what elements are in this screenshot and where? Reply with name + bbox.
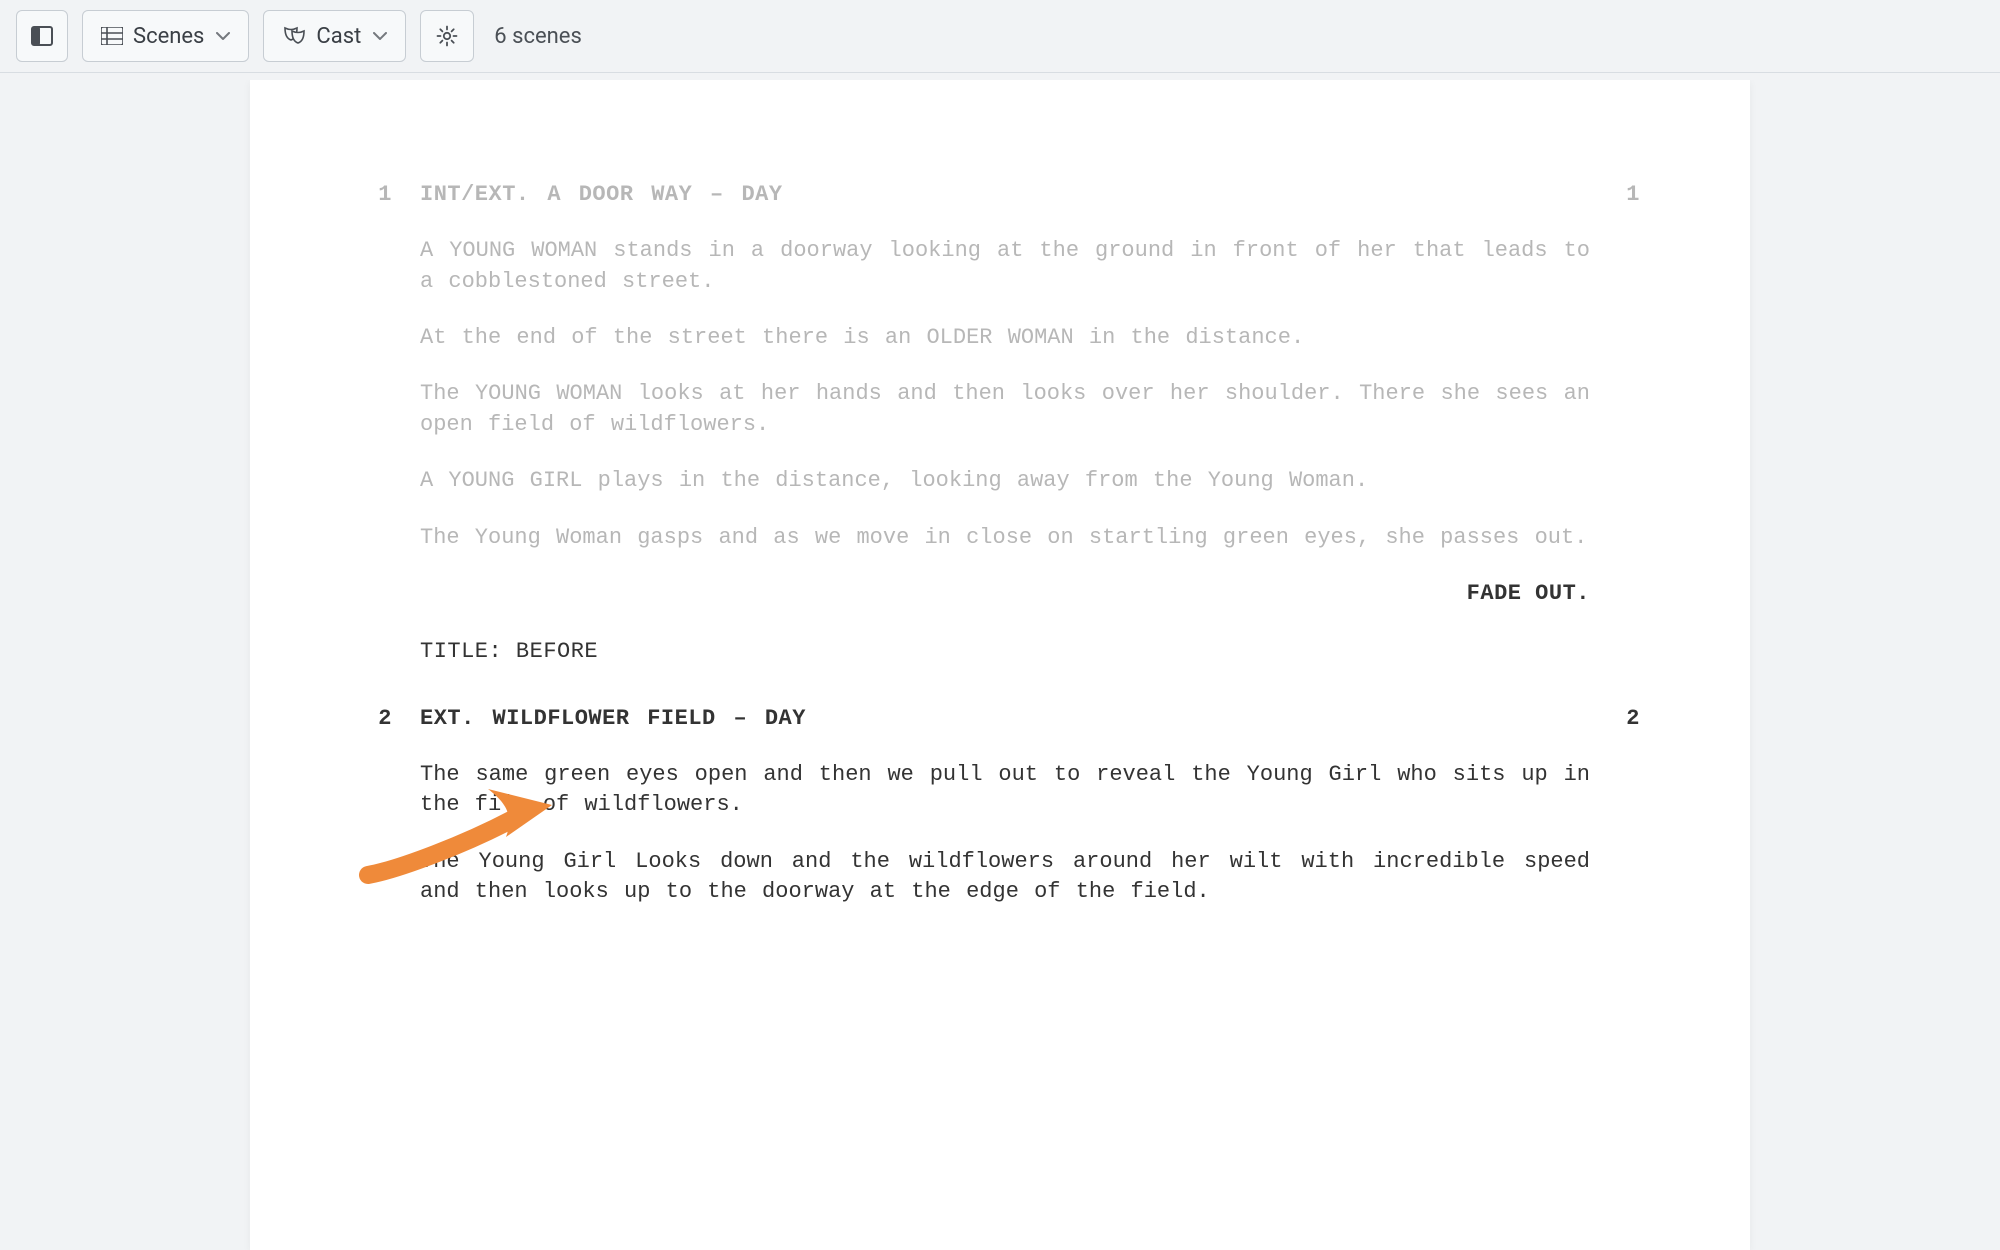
action-line: A YOUNG WOMAN stands in a doorway lookin… xyxy=(420,236,1590,297)
scene-heading[interactable]: 2 EXT. WILDFLOWER FIELD – DAY 2 xyxy=(350,704,1640,734)
action-line: The Young Girl Looks down and the wildfl… xyxy=(420,847,1590,908)
action-line: The YOUNG WOMAN looks at her hands and t… xyxy=(420,379,1590,440)
masks-icon xyxy=(282,26,306,46)
cast-label: Cast xyxy=(316,24,361,49)
scene-number-right: 1 xyxy=(1590,180,1640,210)
sidebar-toggle-button[interactable] xyxy=(16,10,68,62)
scene-block-2: 2 EXT. WILDFLOWER FIELD – DAY 2 The same… xyxy=(350,704,1640,908)
scene-body[interactable]: A YOUNG WOMAN stands in a doorway lookin… xyxy=(420,236,1590,553)
toolbar: Scenes Cast 6 scenes xyxy=(0,0,2000,73)
scenes-label: Scenes xyxy=(133,24,204,49)
scene-heading-text: INT/EXT. A DOOR WAY – DAY xyxy=(420,180,1590,210)
scene-number-left: 2 xyxy=(350,704,420,734)
gear-icon xyxy=(435,24,459,48)
scene-count-text: 6 scenes xyxy=(494,24,582,49)
panel-icon xyxy=(31,26,53,46)
action-line: The same green eyes open and then we pul… xyxy=(420,760,1590,821)
title-card-line[interactable]: TITLE: BEFORE xyxy=(420,637,1590,667)
scene-number-left: 1 xyxy=(350,180,420,210)
action-line: At the end of the street there is an OLD… xyxy=(420,323,1590,353)
scene-body[interactable]: The same green eyes open and then we pul… xyxy=(420,760,1590,907)
list-icon xyxy=(101,27,123,45)
settings-button[interactable] xyxy=(420,10,474,62)
script-page[interactable]: 1 INT/EXT. A DOOR WAY – DAY 1 A YOUNG WO… xyxy=(250,80,1750,1250)
chevron-down-icon xyxy=(216,31,230,41)
scene-number-right: 2 xyxy=(1590,704,1640,734)
action-line: A YOUNG GIRL plays in the distance, look… xyxy=(420,466,1590,496)
scene-heading[interactable]: 1 INT/EXT. A DOOR WAY – DAY 1 xyxy=(350,180,1640,210)
action-line: The Young Woman gasps and as we move in … xyxy=(420,523,1590,553)
scenes-dropdown[interactable]: Scenes xyxy=(82,10,249,62)
transition-line[interactable]: FADE OUT. xyxy=(420,579,1590,609)
scene-block-1: 1 INT/EXT. A DOOR WAY – DAY 1 A YOUNG WO… xyxy=(350,180,1640,553)
chevron-down-icon xyxy=(373,31,387,41)
editor-viewport: 1 INT/EXT. A DOOR WAY – DAY 1 A YOUNG WO… xyxy=(0,80,2000,1250)
cast-dropdown[interactable]: Cast xyxy=(263,10,406,62)
scene-heading-text: EXT. WILDFLOWER FIELD – DAY xyxy=(420,704,1590,734)
